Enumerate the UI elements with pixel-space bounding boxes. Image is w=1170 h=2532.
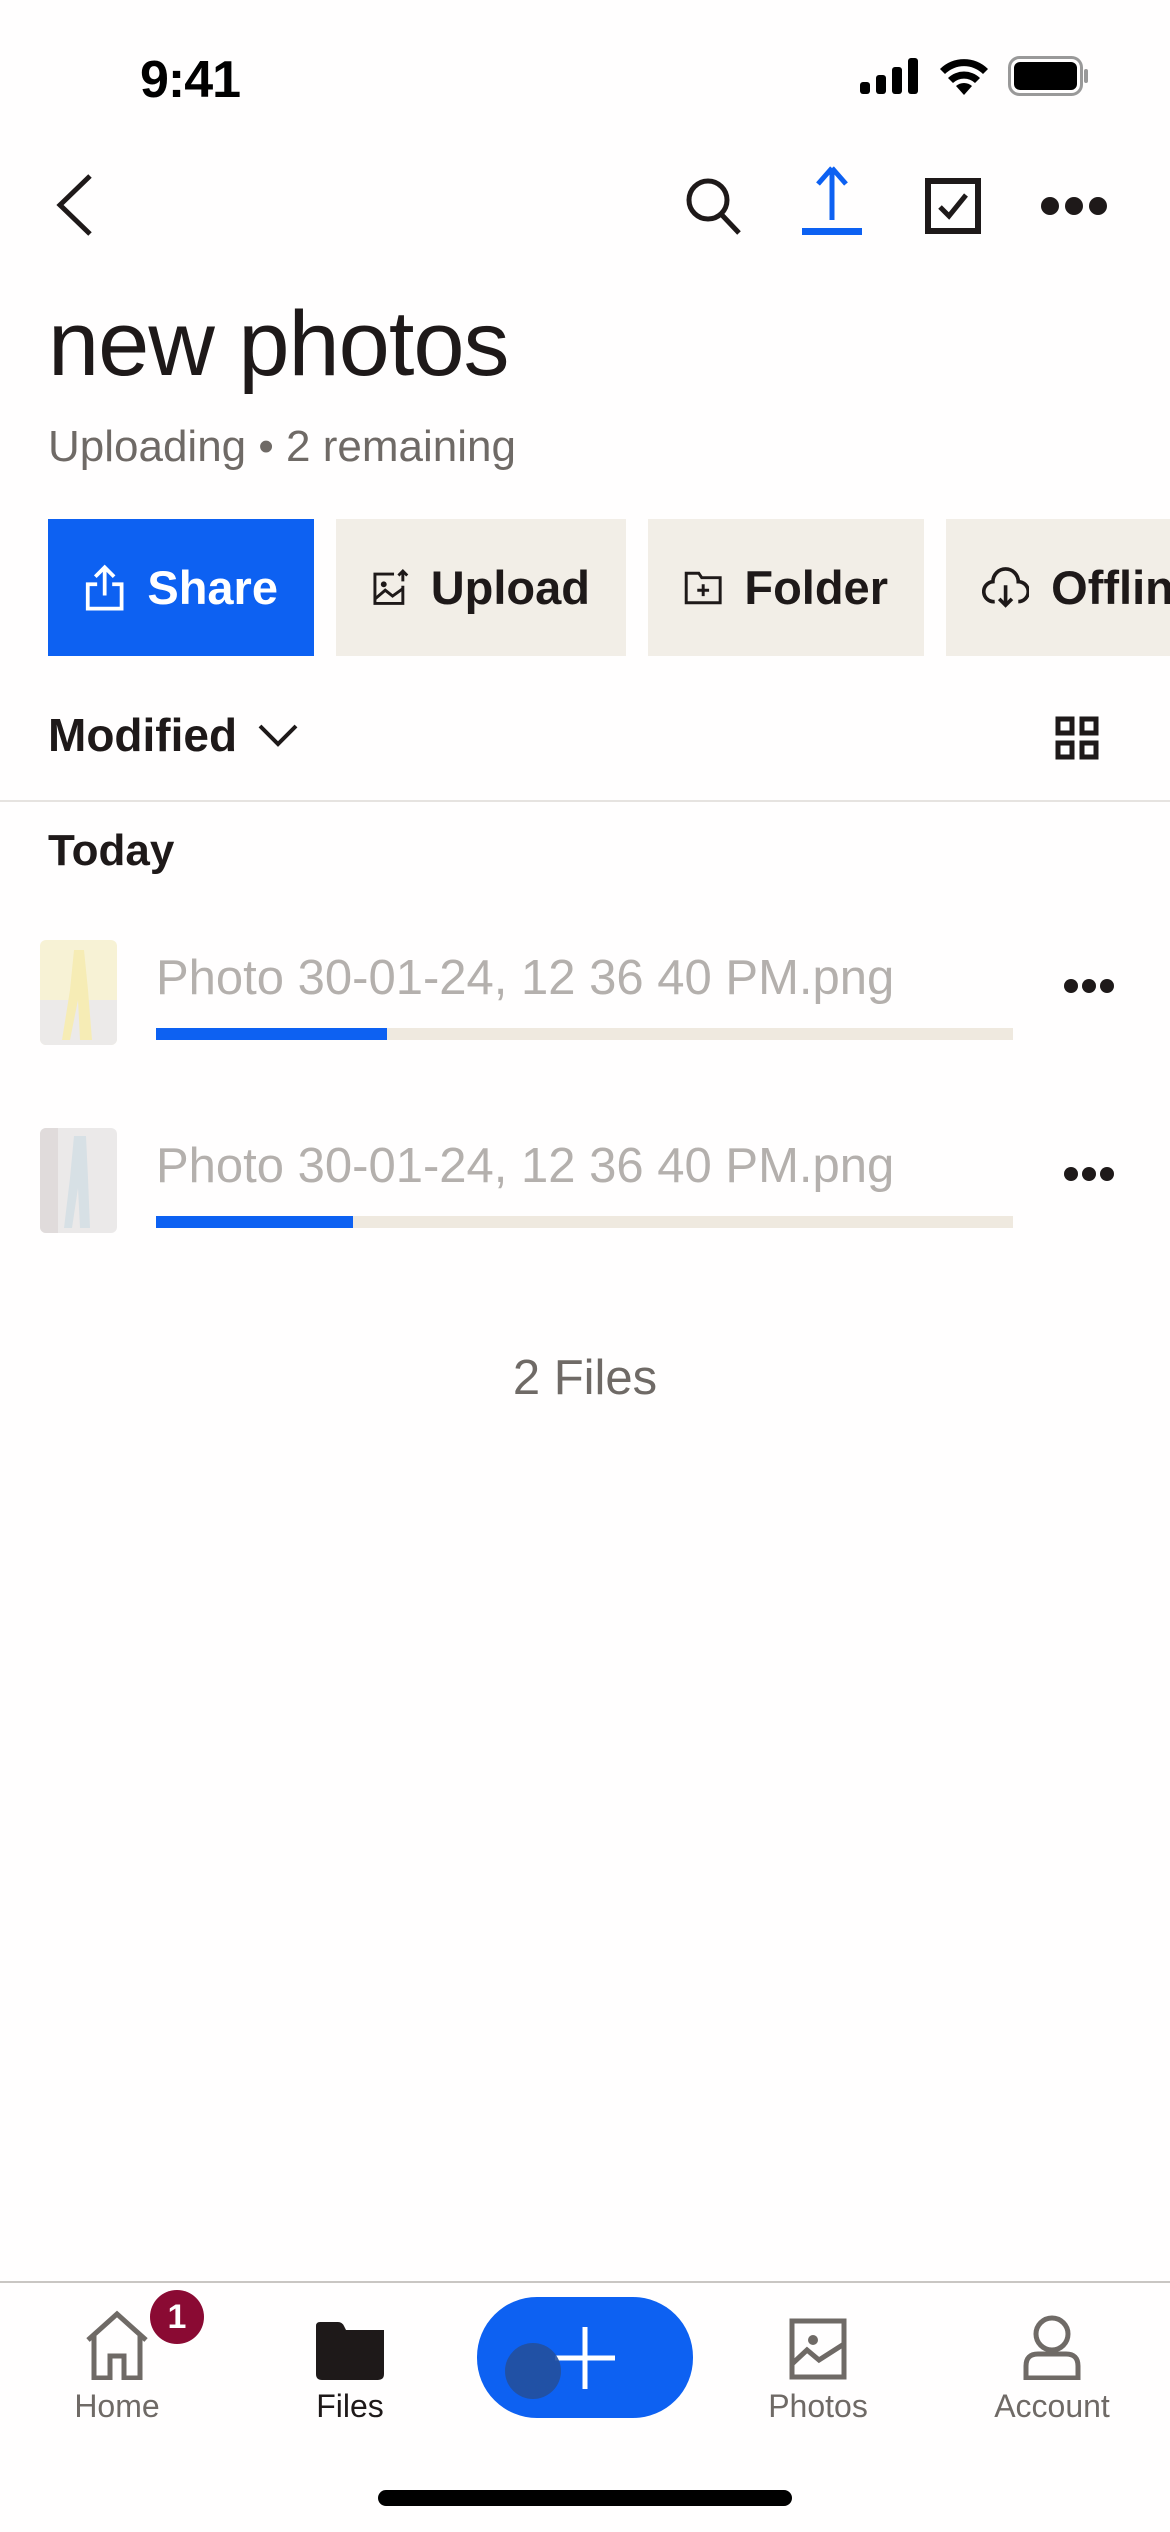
more-icon (1064, 979, 1114, 993)
chevron-down-icon (258, 724, 298, 747)
file-more-button[interactable] (1064, 978, 1114, 999)
notification-badge: 1 (150, 2290, 204, 2344)
grid-view-button[interactable] (1055, 716, 1099, 765)
share-label: Share (147, 561, 278, 614)
tab-label: Photos (768, 2388, 868, 2424)
touch-indicator (505, 2343, 561, 2399)
upload-progress-fill (156, 1028, 388, 1040)
home-indicator (378, 2490, 792, 2506)
file-name: Photo 30-01-24, 12 36 40 PM.png (156, 951, 895, 1005)
tab-label: Files (316, 2388, 384, 2424)
file-thumbnail (40, 1128, 117, 1233)
upload-status-text: Uploading • 2 remaining (48, 422, 516, 471)
tabbar-divider (0, 2281, 1170, 2283)
account-icon (1023, 2315, 1081, 2380)
battery-icon (1008, 56, 1088, 96)
search-button[interactable] (684, 176, 744, 236)
more-icon (1041, 197, 1107, 215)
page-title: new photos (48, 293, 510, 395)
file-name: Photo 30-01-24, 12 36 40 PM.png (156, 1139, 895, 1193)
share-button[interactable]: Share (48, 519, 314, 656)
tab-label: Home (74, 2388, 160, 2424)
create-folder-button[interactable]: Folder (648, 519, 924, 656)
search-icon (686, 178, 741, 235)
file-more-button[interactable] (1064, 1166, 1114, 1187)
divider (0, 800, 1170, 802)
select-checkbox-icon (925, 178, 981, 234)
upload-image-icon (373, 568, 409, 605)
upload-icon (802, 166, 862, 235)
back-icon (56, 174, 92, 236)
upload-button[interactable]: Upload (336, 519, 626, 656)
select-button[interactable] (925, 178, 981, 234)
file-count: 2 Files (512, 1351, 658, 1405)
tab-photos[interactable]: Photos (738, 2300, 898, 2425)
more-icon (1064, 1167, 1114, 1181)
upload-progress-fill (156, 1216, 354, 1228)
sort-dropdown[interactable]: Modified (48, 708, 299, 762)
status-icons (860, 56, 1090, 96)
file-thumbnail (40, 940, 117, 1045)
share-icon (85, 564, 124, 611)
folder-label: Folder (744, 561, 888, 614)
photo-icon (789, 2318, 847, 2380)
file-row[interactable]: Photo 30-01-24, 12 36 40 PM.png (0, 1128, 1170, 1278)
upload-status-button[interactable] (802, 162, 862, 236)
wifi-icon (940, 59, 988, 95)
signal-icon (860, 58, 918, 94)
folder-icon (316, 2322, 384, 2380)
status-time: 9:41 (140, 51, 241, 109)
file-row[interactable]: Photo 30-01-24, 12 36 40 PM.png (0, 940, 1170, 1090)
cloud-download-icon (982, 566, 1030, 608)
upload-progress-bar (156, 1028, 1013, 1040)
tab-files[interactable]: Files (270, 2300, 430, 2425)
tab-account[interactable]: Account (972, 2300, 1132, 2425)
section-header: Today (48, 826, 175, 875)
upload-progress-bar (156, 1216, 1013, 1228)
tab-label: Account (994, 2388, 1110, 2424)
offline-button[interactable]: Offline (946, 519, 1170, 656)
upload-label: Upload (430, 561, 590, 614)
home-icon (86, 2310, 148, 2380)
more-button[interactable] (1040, 196, 1108, 216)
new-folder-icon (684, 571, 722, 604)
back-button[interactable] (52, 172, 98, 238)
offline-label: Offline (1051, 561, 1170, 614)
action-bar: Share Upload Folder Offline (48, 519, 1170, 656)
grid-view-icon (1055, 716, 1099, 760)
plus-icon (555, 2327, 615, 2389)
sort-label: Modified (48, 709, 238, 761)
